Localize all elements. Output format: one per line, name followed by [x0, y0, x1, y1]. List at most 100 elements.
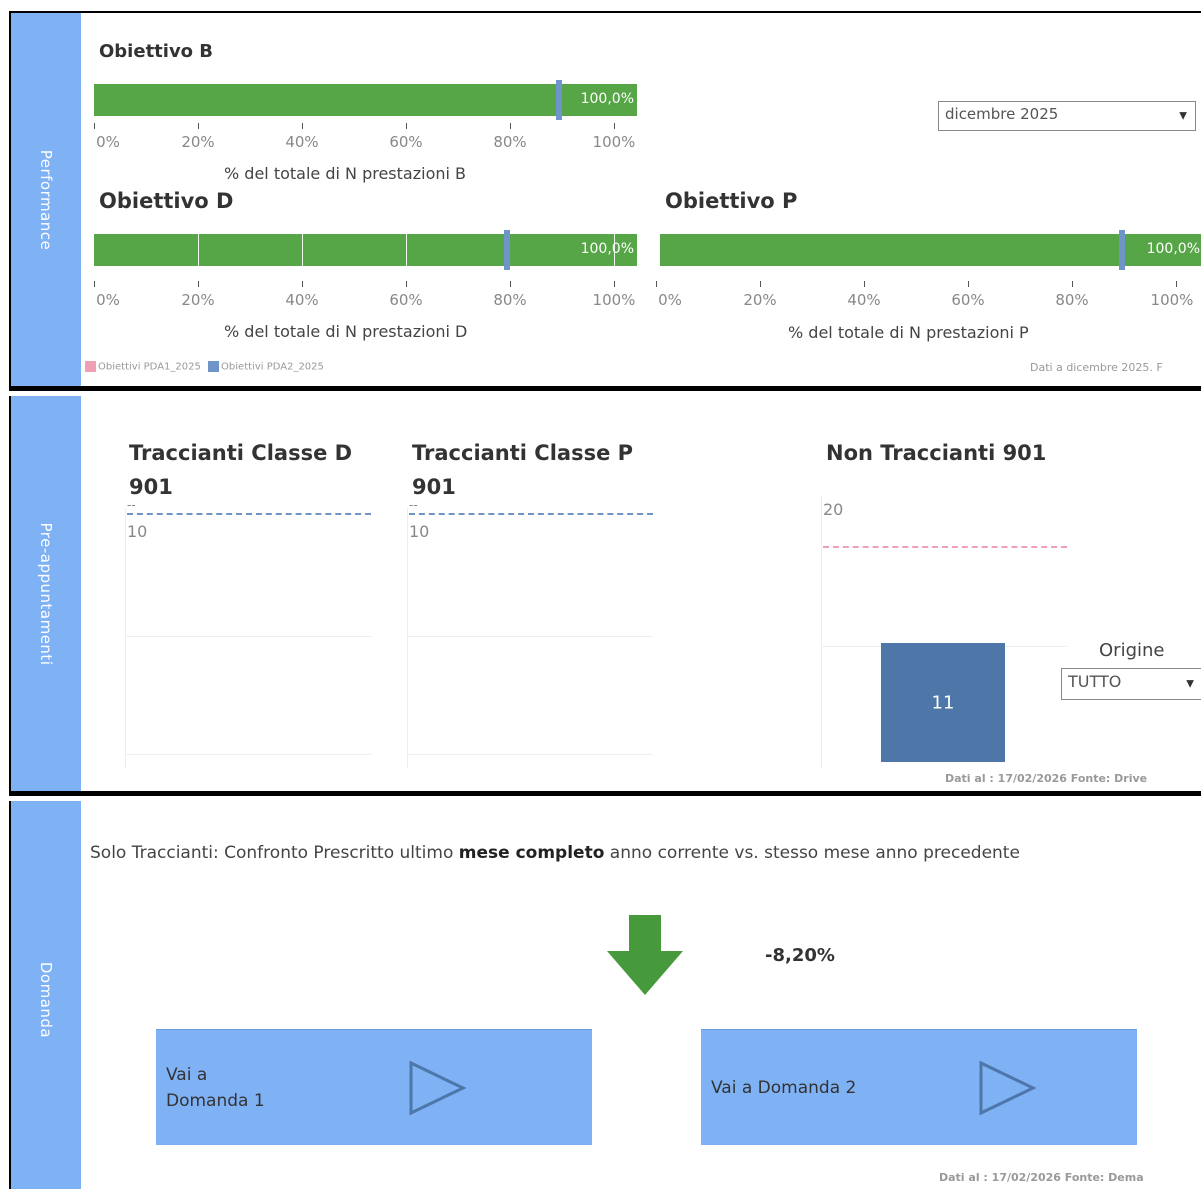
chart-frame [407, 508, 408, 768]
period-dropdown[interactable]: dicembre 2025 ▼ [938, 101, 1196, 131]
play-icon [979, 1060, 1036, 1116]
arrow-down-icon [607, 915, 683, 995]
preappuntamenti-tab-label: Pre-appuntamenti [37, 522, 55, 665]
non-traccianti-bar-label: 11 [931, 692, 955, 713]
button-label-line: Vai a [166, 1065, 208, 1085]
obiettivo-b-title: Obiettivo B [99, 41, 214, 62]
gridline [198, 234, 199, 266]
axis-tick [760, 281, 761, 287]
chevron-down-icon[interactable]: ▼ [1186, 679, 1194, 690]
classe-d-target-line [127, 513, 371, 515]
vai-a-domanda-2-button[interactable]: Vai a Domanda 2 [701, 1029, 1137, 1145]
legend-swatch-pda2 [208, 361, 220, 372]
axis-tick [302, 123, 303, 129]
non-traccianti-target-line [823, 545, 1067, 548]
period-dropdown-value: dicembre 2025 [945, 105, 1059, 123]
vai-a-domanda-1-label: Vai a Domanda 1 [166, 1062, 265, 1114]
classe-d-title-line2: 901 [129, 475, 173, 499]
performance-tab-label: Performance [37, 149, 55, 250]
legend-swatch-pda1 [85, 361, 96, 372]
axis-tick [302, 281, 303, 287]
legend-item-pda2: Obiettivi PDA2_2025 [221, 361, 324, 373]
performance-tab[interactable]: Performance [11, 13, 81, 386]
axis-tick [406, 123, 407, 129]
axis-tick-label: 20% [181, 133, 215, 151]
performance-source: Dati a dicembre 2025. F [1030, 361, 1163, 374]
axis-tick-label: 20% [181, 291, 215, 309]
axis-tick [656, 281, 657, 287]
axis-tick-label: 80% [493, 133, 527, 151]
axis-tick [614, 123, 615, 129]
non-traccianti-chart: 20 11 [819, 496, 1069, 768]
axis-tick [1176, 281, 1177, 287]
domanda-panel: Domanda Solo Traccianti: Confronto Presc… [9, 801, 1201, 1189]
origine-label: Origine [1099, 640, 1165, 661]
obiettivo-d-target-marker [504, 230, 510, 270]
gridline [406, 234, 407, 266]
axis-tick-label: 0% [658, 291, 682, 309]
play-icon [409, 1060, 466, 1116]
axis-tick-label: 80% [493, 291, 527, 309]
classe-p-title-line1: Traccianti Classe P [412, 441, 634, 465]
obiettivo-p-axis: 0% 20% 40% 60% 80% 100% [656, 281, 1193, 311]
axis-tick-label: 40% [847, 291, 881, 309]
obiettivo-d-axis: 0% 20% 40% 60% 80% 100% [94, 281, 635, 311]
obiettivo-p-data-label: 100,0% [1146, 241, 1200, 257]
classe-p-target-label: -- [409, 498, 418, 512]
axis-tick-label: 0% [96, 291, 120, 309]
obiettivo-b-bar: 100,0% [94, 80, 637, 120]
axis-tick [614, 281, 615, 287]
domanda-source: Dati al : 17/02/2026 Fonte: Dema [939, 1171, 1144, 1184]
obiettivo-d-title: Obiettivo D [99, 189, 234, 213]
classe-d-chart: -- 10 [123, 498, 373, 768]
chart-frame [125, 508, 126, 768]
axis-tick-label: 80% [1055, 291, 1089, 309]
axis-tick-label: 60% [389, 291, 423, 309]
preappuntamenti-source: Dati al : 17/02/2026 Fonte: Drive [945, 772, 1148, 785]
obiettivo-p-axis-title: % del totale di N prestazioni P [788, 323, 1029, 342]
obiettivo-b-target-marker [556, 80, 562, 120]
origine-dropdown-value: TUTTO [1068, 672, 1122, 691]
classe-d-y-label: 10 [127, 522, 148, 541]
axis-tick-label: 60% [951, 291, 985, 309]
axis-tick-label: 40% [285, 133, 319, 151]
obiettivo-d-bar: 100,0% [94, 230, 637, 270]
classe-d-title: Traccianti Classe D 901 [129, 436, 352, 504]
axis-tick [198, 123, 199, 129]
domanda-tab-label: Domanda [37, 961, 55, 1039]
gridline [407, 754, 653, 755]
axis-tick-label: 100% [592, 133, 636, 151]
domanda-description-post: anno corrente vs. stesso mese anno prece… [604, 843, 1020, 863]
obiettivo-d-data-label: 100,0% [580, 241, 634, 257]
button-label-line: Domanda 1 [166, 1091, 265, 1111]
performance-panel: Performance Obiettivo B 100,0% 0% 20% 40… [9, 11, 1201, 391]
non-traccianti-bar: 11 [881, 643, 1005, 762]
axis-tick-label: 20% [743, 291, 777, 309]
axis-tick [94, 123, 95, 129]
vai-a-domanda-1-button[interactable]: Vai a Domanda 1 [156, 1029, 592, 1145]
preappuntamenti-tab[interactable]: Pre-appuntamenti [11, 396, 81, 791]
axis-tick-label: 0% [96, 133, 120, 151]
axis-tick [510, 281, 511, 287]
axis-tick [94, 281, 95, 287]
axis-tick [1072, 281, 1073, 287]
preappuntamenti-panel: Pre-appuntamenti Traccianti Classe D 901… [9, 396, 1201, 796]
chevron-down-icon[interactable]: ▼ [1179, 111, 1187, 122]
classe-p-y-label: 10 [409, 522, 430, 541]
domanda-tab[interactable]: Domanda [11, 801, 81, 1189]
axis-tick [968, 281, 969, 287]
non-traccianti-title: Non Traccianti 901 [826, 441, 1047, 465]
gridline [125, 754, 371, 755]
chart-frame [821, 496, 822, 768]
origine-dropdown[interactable]: TUTTO ▼ [1061, 668, 1201, 700]
legend: Obiettivi PDA1_2025 Obiettivi PDA2_2025 [85, 361, 324, 373]
classe-p-chart: -- 10 [405, 498, 655, 768]
axis-tick-label: 40% [285, 291, 319, 309]
obiettivo-b-axis-title: % del totale di N prestazioni B [224, 164, 466, 183]
axis-tick [864, 281, 865, 287]
axis-tick [510, 123, 511, 129]
obiettivo-p-title: Obiettivo P [665, 189, 798, 213]
domanda-description-bold: mese completo [458, 843, 605, 863]
obiettivo-b-data-label: 100,0% [580, 91, 634, 107]
domanda-description-pre: Solo Traccianti: Confronto Prescritto ul… [90, 843, 459, 863]
